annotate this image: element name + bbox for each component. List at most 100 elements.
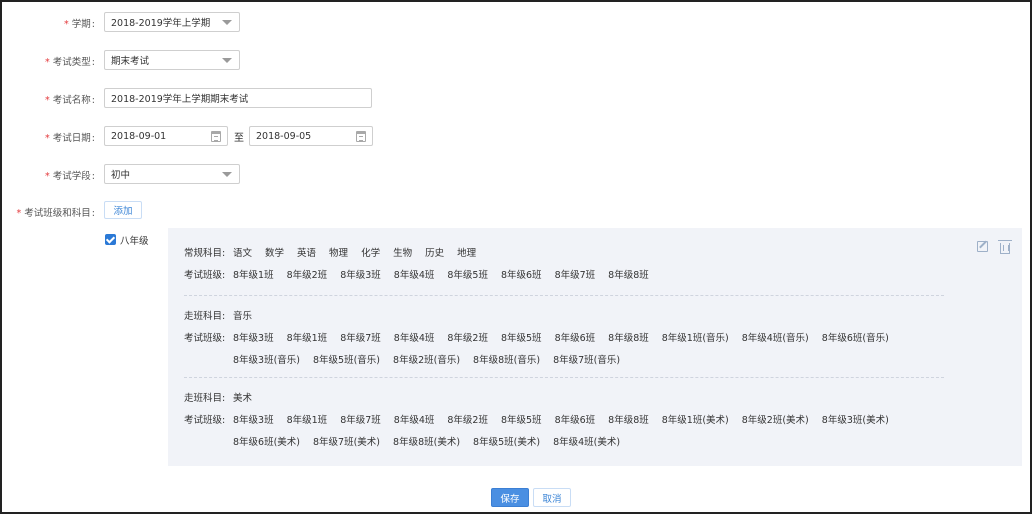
class-item: 8年级1班 [286,415,328,426]
subject-group: 走班科目: 音乐 考试班级: 8年级3班 8年级1班 8年级7班 8年级4班 8年级2班 8年级… [184,304,946,370]
class-item: 8年级2班 [447,333,488,344]
class-item: 8年级6班 [500,270,542,281]
class-item: 8年级3班 [340,270,381,281]
subject-item: 数学 [265,248,285,259]
class-item: 8年级6班(音乐) [821,333,889,344]
exam-start-date-input[interactable]: 2018-09-01 [104,126,228,146]
chevron-down-icon [222,172,232,177]
exam-end-date-input[interactable]: 2018-09-05 [249,126,373,146]
panel-actions [977,240,1012,254]
classes-key: 考试班级: [184,415,226,426]
class-item: 8年级4班 [393,415,435,426]
class-item: 8年级2班(美术) [741,415,809,426]
subject-item: 音乐 [233,311,253,322]
exam-start-date-value: 2018-09-01 [111,130,167,142]
exam-type-select[interactable]: 期末考试 [104,50,240,70]
subject-item: 语文 [233,248,253,259]
exam-stage-select[interactable]: 初中 [104,164,240,184]
calendar-icon[interactable] [356,131,366,142]
chevron-down-icon [222,20,232,25]
exam-stage-select-value: 初中 [111,170,131,181]
subjects-line: 走班科目: 美术 [184,386,946,408]
subjects-line: 常规科目: 语文 数学 英语 物理 化学 生物 历史 地理 [184,241,946,263]
classes-line: 8年级3班(音乐) 8年级5班(音乐) 8年级2班(音乐) 8年级8班(音乐) 8年级7… [184,348,946,370]
term-select[interactable]: 2018-2019学年上学期 [104,12,240,32]
class-item: 8年级3班 [233,333,274,344]
date-range-separator: 至 [234,133,244,144]
exam-type-label: * 考试类型: [45,57,95,68]
classes-line: 考试班级: 8年级3班 8年级1班 8年级7班 8年级4班 8年级2班 8年级5班 8年级6班… [184,326,946,348]
classes-subjects-label: * 考试班级和科目: [16,208,95,219]
exam-end-date-value: 2018-09-05 [256,130,312,142]
add-button[interactable]: 添加 [104,201,142,219]
subject-item: 历史 [425,248,445,259]
class-item: 8年级5班 [500,333,542,344]
class-item: 8年级4班(音乐) [741,333,809,344]
class-item: 8年级1班(音乐) [661,333,729,344]
classes-line: 考试班级: 8年级1班 8年级2班 8年级3班 8年级4班 8年级5班 8年级6班 8年级7班… [184,263,946,285]
class-item: 8年级1班(美术) [661,415,729,426]
subject-item: 生物 [393,248,413,259]
subjects-key: 走班科目: [184,393,226,404]
subject-item: 英语 [297,248,317,259]
exam-date-label: * 考试日期: [45,133,95,144]
classes-line: 8年级6班(美术) 8年级7班(美术) 8年级8班(美术) 8年级5班(美术) 8年级4… [184,430,946,452]
class-item: 8年级3班(音乐) [233,355,301,366]
class-item: 8年级1班 [286,333,328,344]
subjects-key: 走班科目: [184,311,226,322]
class-item: 8年级2班(音乐) [393,355,461,366]
class-item: 8年级3班 [233,415,274,426]
class-item: 8年级6班(美术) [233,437,301,448]
class-item: 8年级7班 [554,270,596,281]
class-item: 8年级3班(美术) [821,415,889,426]
class-item: 8年级2班 [447,415,488,426]
class-item: 8年级1班 [233,270,274,281]
class-item: 8年级7班(音乐) [553,355,621,366]
group-divider [184,295,944,296]
chevron-down-icon [222,58,232,63]
class-item: 8年级8班(音乐) [473,355,541,366]
class-item: 8年级7班(美术) [313,437,381,448]
exam-type-select-value: 期末考试 [111,56,150,67]
edit-icon[interactable] [977,241,988,252]
group-divider [184,377,944,378]
exam-stage-label: * 考试学段: [45,171,95,182]
subject-item: 物理 [329,248,349,259]
grade-checkbox[interactable] [105,234,116,245]
class-item: 8年级6班 [554,333,596,344]
grade-panel: 常规科目: 语文 数学 英语 物理 化学 生物 历史 地理 考试班级: 8年级1班 8年级2班 8年级3… [168,228,1022,466]
subject-item: 美术 [233,393,253,404]
exam-name-label: * 考试名称: [45,95,95,106]
class-item: 8年级7班 [340,333,381,344]
trash-icon[interactable] [998,240,1012,254]
class-item: 8年级5班(美术) [473,437,541,448]
term-select-value: 2018-2019学年上学期 [111,18,211,29]
classes-key: 考试班级: [184,333,226,344]
calendar-icon[interactable] [211,131,221,142]
subject-group: 常规科目: 语文 数学 英语 物理 化学 生物 历史 地理 考试班级: 8年级1班 8年级2班 8年级3… [184,241,946,285]
class-item: 8年级7班 [340,415,381,426]
class-item: 8年级4班(美术) [553,437,621,448]
cancel-button[interactable]: 取消 [533,488,571,507]
subject-group: 走班科目: 美术 考试班级: 8年级3班 8年级1班 8年级7班 8年级4班 8年级2班 8年级… [184,386,946,452]
class-item: 8年级8班 [608,270,649,281]
class-item: 8年级8班 [608,333,649,344]
classes-key: 考试班级: [184,270,226,281]
class-item: 8年级2班 [286,270,328,281]
class-item: 8年级6班 [554,415,596,426]
save-button[interactable]: 保存 [491,488,529,507]
class-item: 8年级5班 [447,270,488,281]
exam-name-input[interactable]: 2018-2019学年上学期期末考试 [104,88,372,108]
subjects-line: 走班科目: 音乐 [184,304,946,326]
classes-line: 考试班级: 8年级3班 8年级1班 8年级7班 8年级4班 8年级2班 8年级5班 8年级6班… [184,408,946,430]
subject-item: 地理 [457,248,477,259]
term-label: * 学期: [64,19,95,30]
class-item: 8年级8班(美术) [393,437,461,448]
class-item: 8年级5班(音乐) [313,355,381,366]
exam-name-input-value: 2018-2019学年上学期期末考试 [111,94,249,105]
subject-item: 化学 [361,248,381,259]
class-item: 8年级5班 [500,415,542,426]
class-item: 8年级4班 [393,333,435,344]
class-item: 8年级8班 [608,415,649,426]
grade-label: 八年级 [120,236,149,247]
